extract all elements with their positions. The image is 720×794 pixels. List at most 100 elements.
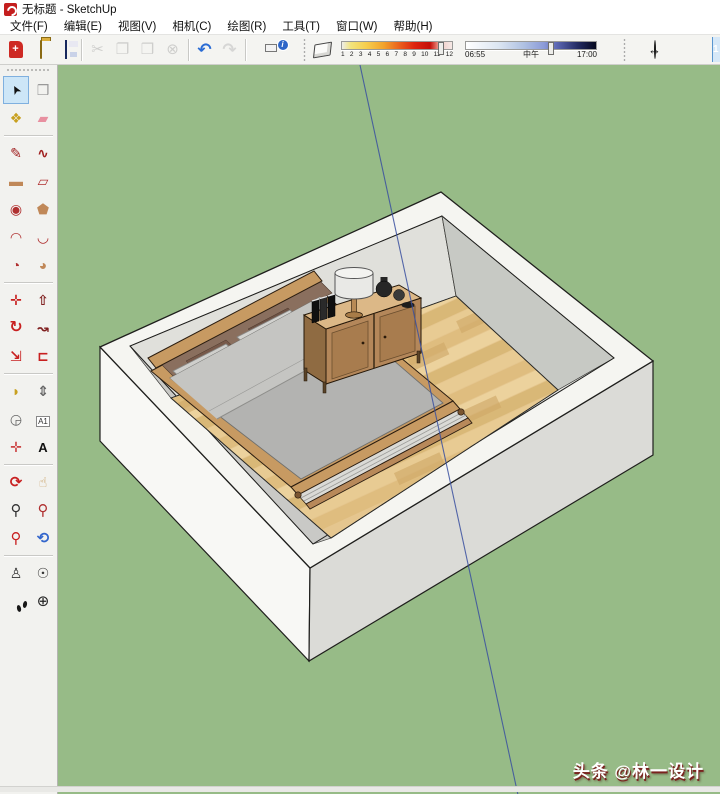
palette-separator (4, 373, 53, 374)
toolbar-grip[interactable] (6, 68, 51, 73)
shadow-time-track[interactable] (465, 41, 597, 50)
open-folder-button[interactable] (28, 37, 53, 62)
tool-arc[interactable]: ◠ (3, 223, 29, 251)
tool-follow-me[interactable]: ↝ (30, 314, 56, 342)
menu-帮助(H)[interactable]: 帮助(H) (386, 18, 441, 34)
tool-protractor[interactable]: ◶ (3, 405, 29, 433)
tool-walk[interactable] (3, 587, 29, 615)
palette-separator (4, 464, 53, 465)
palette-separator (4, 282, 53, 283)
month-tick-9: 9 (412, 51, 416, 59)
component-3d-button[interactable] (667, 37, 692, 62)
model-info-button[interactable] (274, 37, 299, 62)
tool-polygon[interactable]: ⬟ (30, 195, 56, 223)
3d-text-icon: A (38, 441, 47, 454)
tool-tape-measure[interactable]: ◗ (3, 377, 29, 405)
zoom-icon: ⚲ (11, 503, 22, 518)
menu-视图(V)[interactable]: 视图(V) (110, 18, 164, 34)
month-tick-2: 2 (350, 51, 354, 59)
follow-me-icon: ↝ (37, 321, 49, 335)
tool-zoom[interactable]: ⚲ (3, 496, 29, 524)
previous-view-icon: ⟲ (37, 531, 50, 546)
pie-icon: ◔ (12, 258, 20, 272)
menu-相机(C)[interactable]: 相机(C) (164, 18, 219, 34)
menu-绘图(R)[interactable]: 绘图(R) (219, 18, 274, 34)
tool-freehand[interactable]: ∿ (30, 139, 56, 167)
toolbar-separator (623, 38, 626, 62)
model-scene[interactable] (58, 65, 720, 794)
tool-select[interactable]: ➤ (3, 76, 29, 104)
tool-move[interactable]: ✛ (3, 286, 29, 314)
shadow-month-slider[interactable]: 123456789101112 (341, 41, 453, 59)
undo-button[interactable]: ↶ (192, 37, 217, 62)
polygon-icon: ⬟ (37, 202, 49, 216)
tool-circle[interactable]: ◉ (3, 195, 29, 223)
tool-pan[interactable]: ☝ (30, 468, 56, 496)
menu-编辑(E)[interactable]: 编辑(E) (56, 18, 110, 34)
sector-icon: ◕ (39, 258, 47, 272)
shadow-month-handle[interactable] (438, 42, 444, 55)
tape-measure-icon: ◗ (12, 384, 20, 398)
month-tick-10: 10 (421, 51, 428, 59)
tool-rotate[interactable]: ↻ (3, 314, 29, 342)
redo-button[interactable]: ↷ (217, 37, 242, 62)
open-folder-icon (40, 42, 42, 57)
menu-文件(F)[interactable]: 文件(F) (2, 18, 56, 34)
tool-eraser[interactable]: ▰ (30, 104, 56, 132)
model-viewport[interactable]: 头条 @林一设计 (58, 65, 720, 794)
clipped-toolbar-button[interactable]: 1 (712, 37, 720, 62)
month-tick-12: 12 (446, 51, 453, 59)
toolbar-separator (303, 38, 306, 62)
dimension-icon: ⇕ (37, 384, 49, 398)
time-noon-label: 中午 (523, 51, 539, 59)
new-file-icon: + (9, 41, 23, 58)
save-button[interactable] (53, 37, 78, 62)
tool-axes[interactable]: ✛ (3, 433, 29, 461)
tool-zoom-extents[interactable]: ⚲ (3, 524, 29, 552)
print-button[interactable] (249, 37, 274, 62)
erase-button[interactable]: ⊗ (160, 37, 185, 62)
tool-scale[interactable]: ⇲ (3, 342, 29, 370)
make-component-icon: ❒ (37, 83, 50, 97)
tool-position-camera[interactable]: ♙ (3, 559, 29, 587)
window-bottom-edge (0, 786, 720, 792)
tool-3d-text[interactable]: A (30, 433, 56, 461)
tool-camera-crosshair[interactable]: ⊕ (30, 587, 56, 615)
tool-dimension[interactable]: ⇕ (30, 377, 56, 405)
month-tick-5: 5 (377, 51, 381, 59)
tool-rotated-rectangle[interactable]: ▱ (30, 167, 56, 195)
tool-offset[interactable]: ⊏ (30, 342, 56, 370)
shadow-toggle-button[interactable] (310, 37, 335, 62)
select-icon: ➤ (8, 83, 23, 98)
tool-make-component[interactable]: ❒ (30, 76, 56, 104)
tool-two-point-arc[interactable]: ◡ (30, 223, 56, 251)
tool-paint-bucket[interactable]: ❖ (3, 104, 29, 132)
tool-push-pull[interactable]: ⇧ (30, 286, 56, 314)
tool-sector[interactable]: ◕ (30, 251, 56, 279)
copy-button[interactable]: ❐ (110, 37, 135, 62)
shadow-month-track[interactable] (341, 41, 453, 50)
zoom-extents-icon: ⚲ (11, 531, 22, 546)
tool-line[interactable]: ✎ (3, 139, 29, 167)
shadow-time-handle[interactable] (548, 42, 554, 55)
paste-button[interactable]: ❒ (135, 37, 160, 62)
tool-orbit[interactable]: ⟳ (3, 468, 29, 496)
new-file-button[interactable]: + (3, 37, 28, 62)
menu-工具(T)[interactable]: 工具(T) (274, 18, 328, 34)
paste-icon: ❒ (141, 42, 154, 57)
circle-icon: ◉ (10, 202, 22, 216)
shadow-time-slider[interactable]: 06:55 中午 17:00 (465, 41, 597, 59)
tool-text[interactable]: A1 (30, 405, 56, 433)
tool-previous-view[interactable]: ⟲ (30, 524, 56, 552)
toolbar-right-group (642, 37, 692, 62)
text-icon: A1 (36, 412, 50, 427)
menu-窗口(W)[interactable]: 窗口(W) (328, 18, 386, 34)
undo-icon: ↶ (197, 41, 211, 58)
tool-zoom-window[interactable]: ⚲ (30, 496, 56, 524)
tool-pie[interactable]: ◔ (3, 251, 29, 279)
camera-look-axis-button[interactable] (642, 37, 667, 62)
rotate-icon: ↻ (9, 320, 22, 336)
tool-rectangle[interactable]: ▬ (3, 167, 29, 195)
tool-look-around[interactable]: ☉ (30, 559, 56, 587)
cut-button[interactable]: ✂ (85, 37, 110, 62)
